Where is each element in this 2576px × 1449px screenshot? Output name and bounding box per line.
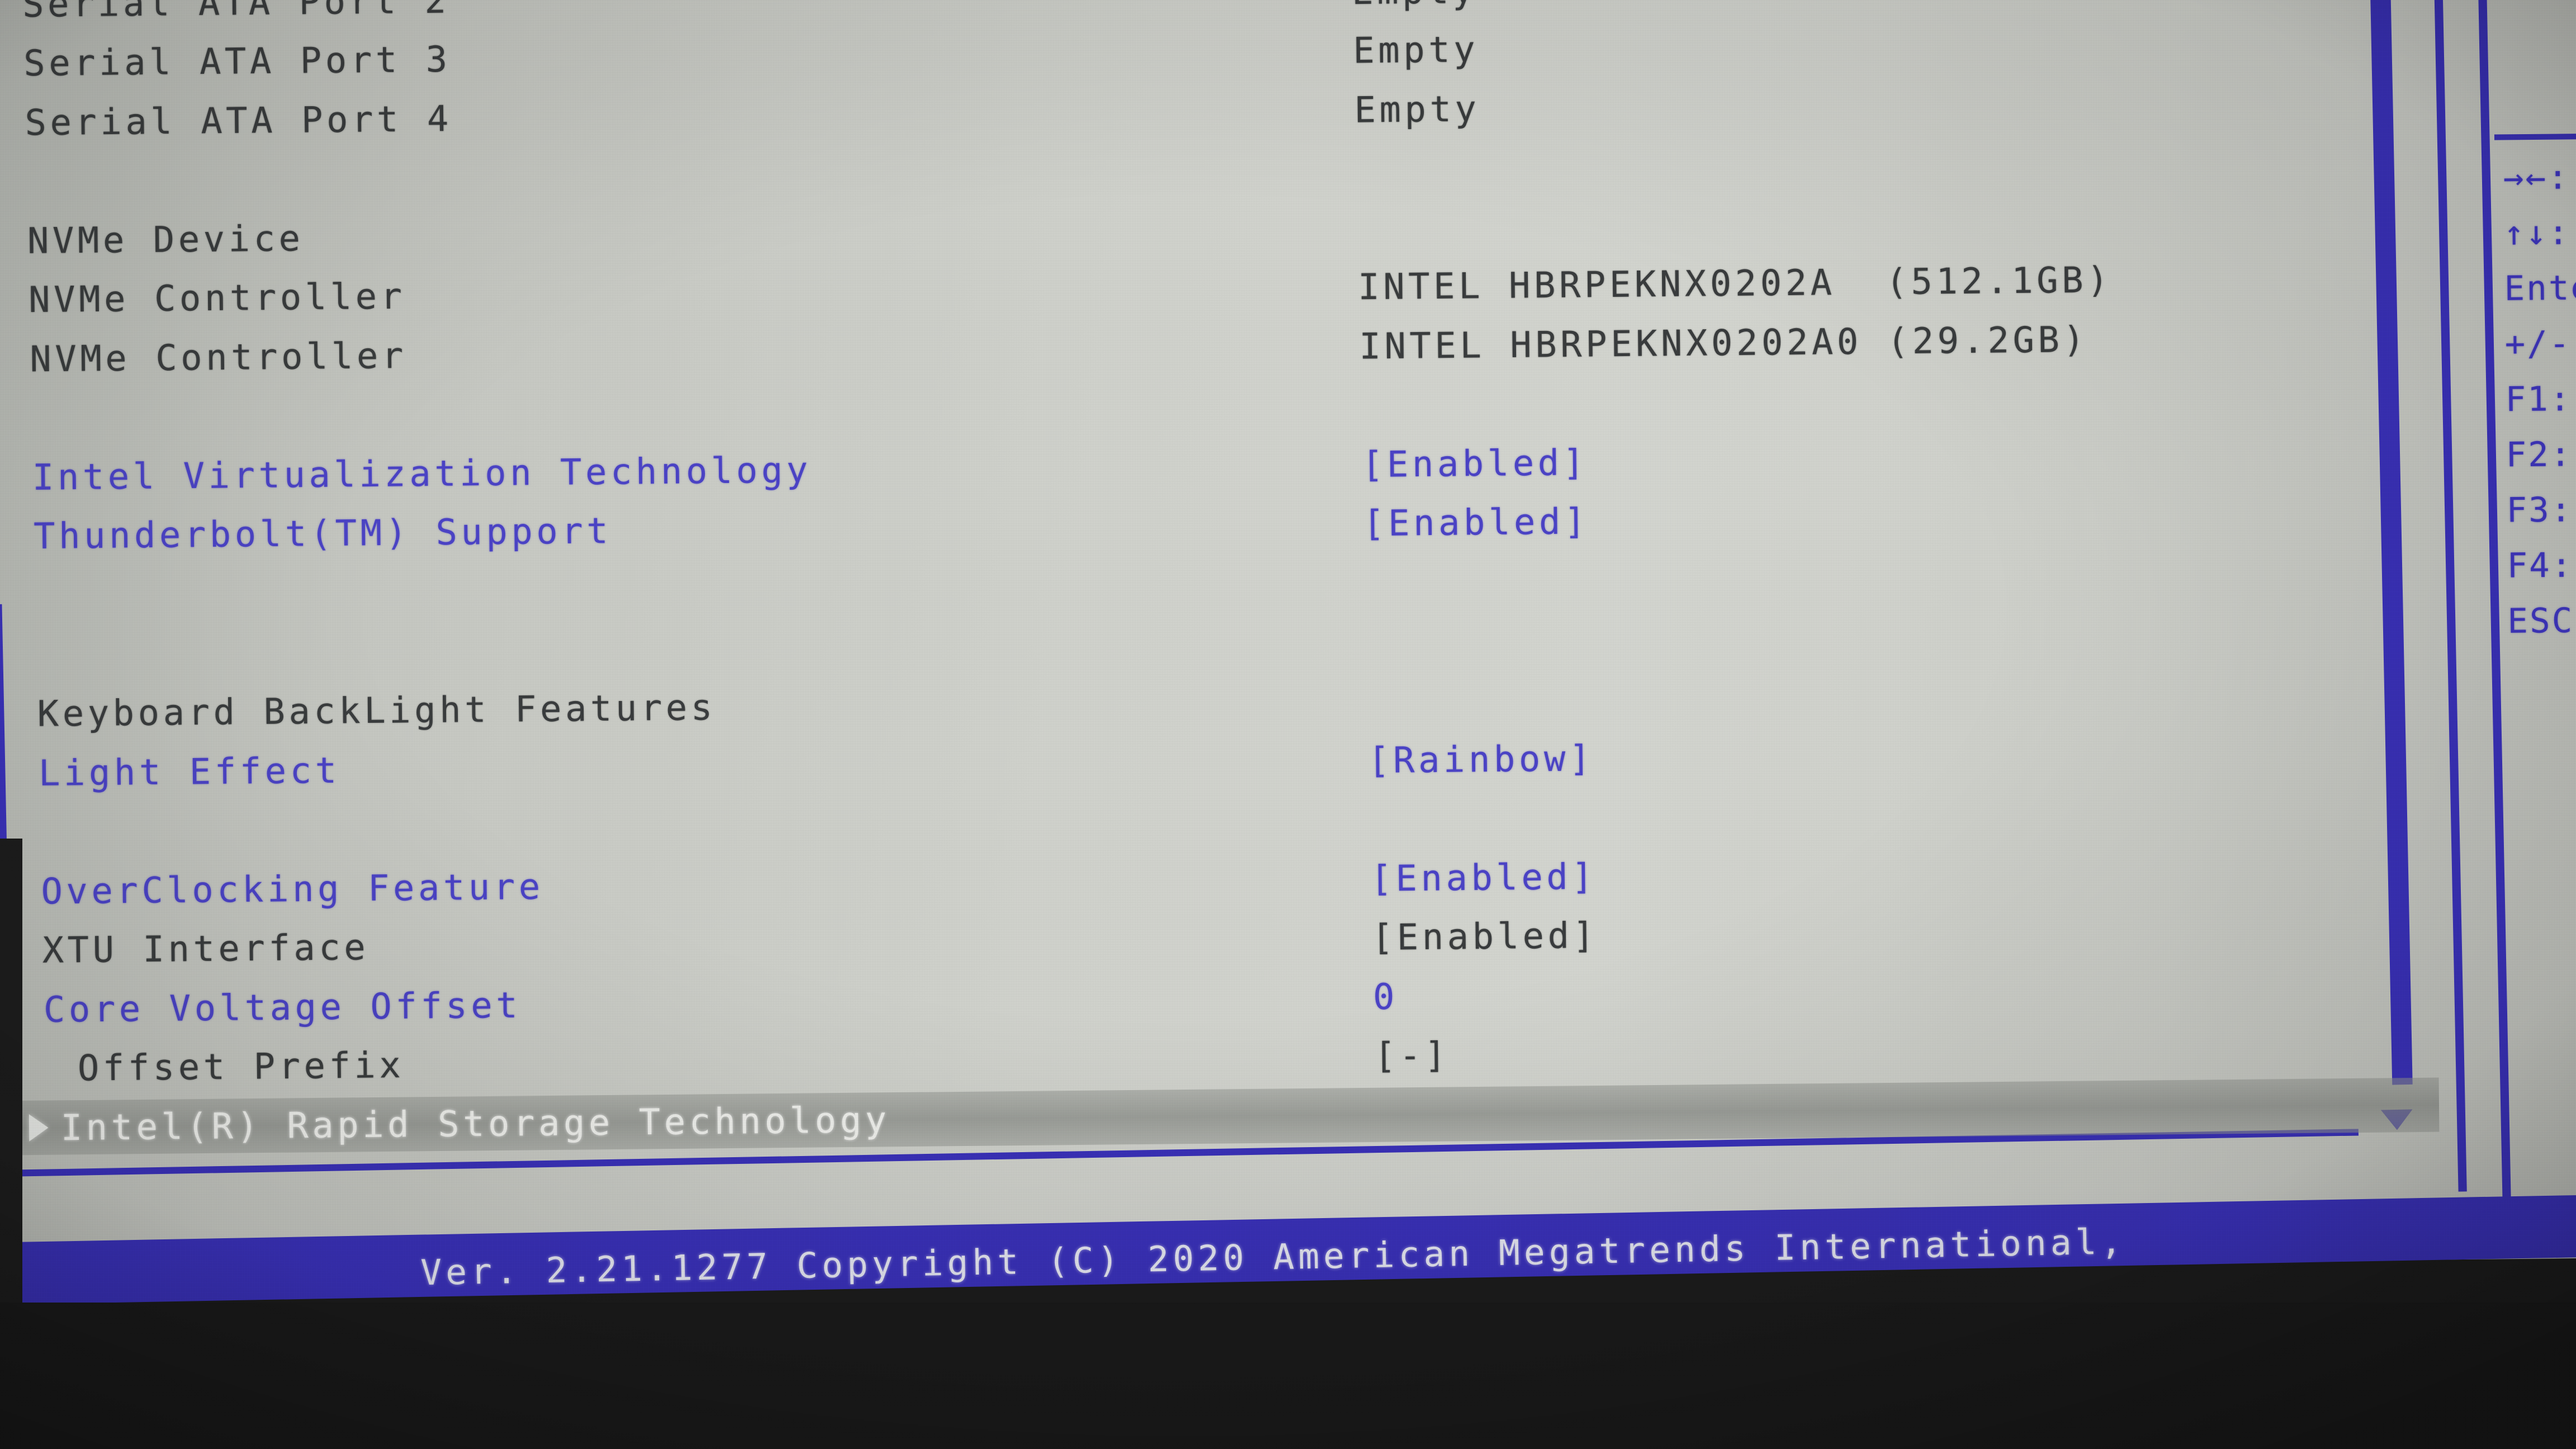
hotkey-item: F3: bbox=[2506, 490, 2573, 531]
setting-label: NVMe Controller bbox=[28, 276, 406, 321]
setting-label: NVMe Controller bbox=[30, 334, 408, 380]
submenu-arrow-icon bbox=[29, 1114, 49, 1142]
setting-label: Keyboard BackLight Features bbox=[37, 686, 717, 735]
hotkey-item: →←: bbox=[2503, 157, 2570, 198]
setting-value[interactable]: Empty bbox=[1353, 29, 1479, 72]
hotkey-item: F2: bbox=[2506, 434, 2573, 475]
bios-screen: Serial ATA Port 2 Empty Serial ATA Port 3 E… bbox=[0, 0, 2576, 1449]
setting-value[interactable]: 0 bbox=[1373, 976, 1399, 1017]
setting-value[interactable]: Empty bbox=[1352, 0, 1478, 12]
hotkey-help-pane: →←: ↑↓: Ente +/-: F1: F2: F3: F4: ESC: bbox=[2503, 149, 2576, 998]
setting-value[interactable]: [Enabled] bbox=[1371, 915, 1598, 959]
setting-label: Serial ATA Port 4 bbox=[25, 97, 453, 144]
setting-label: Intel Virtualization Technology bbox=[32, 449, 812, 498]
hotkey-item: ↑↓: bbox=[2503, 212, 2570, 253]
setting-label: Serial ATA Port 2 bbox=[22, 0, 450, 25]
setting-label: OverClocking Feature bbox=[41, 865, 544, 912]
hotkey-item: Ente bbox=[2504, 268, 2576, 309]
setting-value[interactable]: [Rainbow] bbox=[1368, 737, 1594, 781]
setting-value[interactable]: [Enabled] bbox=[1363, 501, 1589, 544]
setting-label: Intel(R) Rapid Storage Technology bbox=[60, 1099, 891, 1149]
setting-value[interactable]: INTEL HBRPEKNX0202A (512.1GB) bbox=[1358, 259, 2113, 308]
setting-label: Serial ATA Port 3 bbox=[23, 39, 451, 84]
setting-label: Light Effect bbox=[38, 749, 340, 794]
setting-value[interactable]: Empty bbox=[1354, 88, 1480, 130]
setting-value[interactable]: [Enabled] bbox=[1362, 442, 1588, 485]
hotkey-item: F1: bbox=[2505, 379, 2572, 420]
setting-value[interactable]: [-] bbox=[1374, 1035, 1450, 1077]
hotkey-item: ESC: bbox=[2507, 600, 2576, 642]
setting-label: NVMe Device bbox=[27, 217, 304, 262]
setting-label: Core Voltage Offset bbox=[43, 984, 522, 1031]
display-bezel-bottom bbox=[0, 1303, 2576, 1449]
setting-label: Thunderbolt(TM) Support bbox=[33, 510, 612, 557]
setting-value[interactable]: [Enabled] bbox=[1370, 856, 1597, 899]
hotkey-item: F4: bbox=[2507, 545, 2574, 586]
setting-value[interactable]: INTEL HBRPEKNX0202A0 (29.2GB) bbox=[1359, 319, 2089, 367]
settings-list: Serial ATA Port 2 Empty Serial ATA Port 3 E… bbox=[0, 0, 2576, 1193]
hotkey-item: +/-: bbox=[2504, 323, 2576, 364]
setting-label: Offset Prefix bbox=[77, 1044, 405, 1090]
setting-label: XTU Interface bbox=[42, 926, 370, 972]
